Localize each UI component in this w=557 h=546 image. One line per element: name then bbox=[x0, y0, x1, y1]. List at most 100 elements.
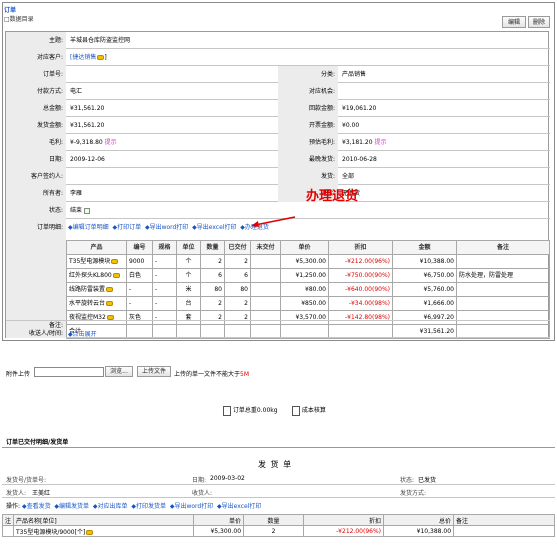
qty-cell: 6 bbox=[200, 268, 225, 283]
delivery-product-cell[interactable]: T35型电源模块/9000[个] bbox=[13, 525, 195, 537]
product-cell[interactable]: 红外探头KL800 bbox=[66, 268, 127, 283]
row-subject: 主题: 羊城县仓库防盗监控网 bbox=[6, 32, 550, 49]
upload-button[interactable]: 上传文件 bbox=[137, 366, 171, 377]
exp-profit-amount: ¥3,181.20 bbox=[342, 139, 373, 146]
profit-value: ¥-9,318.80 提示 bbox=[66, 134, 117, 151]
received-label: 回款金额: bbox=[278, 100, 338, 117]
col-spec: 规格 bbox=[152, 240, 177, 255]
product-cell[interactable]: T35型电源模块 bbox=[66, 254, 127, 269]
dcol-discount: 折扣 bbox=[303, 514, 385, 526]
delivered-cell: 6 bbox=[224, 268, 251, 283]
file-path-input[interactable] bbox=[34, 367, 104, 377]
undelivered-cell bbox=[250, 282, 281, 297]
date-value: 2009-12-06 bbox=[70, 156, 105, 163]
unit-cell: 台 bbox=[176, 296, 201, 311]
page-title: 订单 bbox=[4, 7, 17, 14]
discount-cell: -¥640.00(90%) bbox=[328, 282, 393, 297]
col-undelivered: 未交付 bbox=[250, 240, 281, 255]
product-icon[interactable] bbox=[106, 287, 114, 292]
qty-cell: 80 bbox=[200, 282, 225, 297]
print-order-link[interactable]: ◆打印订单 bbox=[112, 224, 141, 231]
dcol-total: 总价 bbox=[383, 514, 455, 526]
customer-value[interactable]: [捷达销售] bbox=[66, 49, 107, 66]
cost-link[interactable]: 成本核算 bbox=[292, 405, 326, 416]
outbound-link[interactable]: ◆对应出库单 bbox=[93, 503, 128, 510]
dcol-qty: 数量 bbox=[243, 514, 305, 526]
product-icon[interactable] bbox=[112, 273, 120, 278]
col-product: 产品 bbox=[66, 240, 127, 255]
delivery-method-label: 发货方式: bbox=[400, 490, 427, 497]
price-cell: ¥80.00 bbox=[280, 282, 329, 297]
product-cell[interactable]: 水平旋转云台 bbox=[66, 296, 127, 311]
receiver-expand-link[interactable]: ◆点击展开 bbox=[68, 329, 97, 338]
received-value: ¥19,061.20 bbox=[342, 105, 377, 112]
dcol-remark: 备注 bbox=[453, 514, 555, 526]
delivery-ops: 操作: ◆查看发货 ◆编辑发货单 ◆对应出库单 ◆打印发货单 ◆导出word打印… bbox=[6, 503, 262, 510]
product-cell[interactable]: 线路防雷装置 bbox=[66, 282, 127, 297]
status-label: 状态: bbox=[6, 202, 66, 219]
shipped-value: ¥31,561.20 bbox=[70, 122, 105, 129]
delivery-table-row: T35型电源模块/9000[个] ¥5,300.00 2 -¥212.00(96… bbox=[1, 525, 555, 537]
status-text: 结束 bbox=[70, 207, 83, 214]
table-header: 产品 编号 规格 单位 数量 已交付 未交付 单价 折扣 金额 备注 bbox=[66, 240, 550, 255]
dcol-note: 注 bbox=[1, 514, 15, 526]
product-icon[interactable] bbox=[86, 529, 94, 535]
status-value: 结束 bbox=[66, 202, 90, 219]
table-row: 红外探头KL800 白色 - 个 6 6 ¥1,250.00 -¥750.00(… bbox=[66, 268, 550, 283]
exp-profit-hint-link[interactable]: 提示 bbox=[374, 139, 386, 146]
remark-cell bbox=[456, 282, 550, 297]
profit-hint-link[interactable]: 提示 bbox=[105, 139, 117, 146]
pay-method-value: 电汇 bbox=[70, 88, 83, 95]
discount-cell: -¥212.00(96%) bbox=[328, 254, 393, 269]
sender-value: 王美红 bbox=[32, 490, 51, 497]
ship-value: 全部 bbox=[342, 173, 355, 180]
order-detail-panel: 主题: 羊城县仓库防盗监控网 对应客户: [捷达销售] 订单号: 分类: 产品销… bbox=[5, 31, 550, 339]
product-icon[interactable] bbox=[111, 259, 119, 264]
delivered-cell: 2 bbox=[224, 296, 251, 311]
subject-label: 主题: bbox=[6, 32, 66, 49]
owner-label: 所有者: bbox=[6, 185, 66, 202]
customer-link[interactable]: [捷达销售 bbox=[70, 54, 96, 61]
directory-link[interactable]: □数据目录 bbox=[4, 14, 34, 23]
print-delivery-link[interactable]: ◆打印发货单 bbox=[131, 503, 166, 510]
delivery-receiver-label: 收货人: bbox=[192, 490, 213, 497]
date-label: 日期: bbox=[6, 151, 66, 168]
category-label: 分类: bbox=[278, 66, 338, 83]
remark-cell bbox=[456, 254, 550, 269]
remark-cell bbox=[456, 296, 550, 311]
view-delivery-link[interactable]: ◆查看发货 bbox=[22, 503, 51, 510]
dcol-product: 产品名称[单位] bbox=[13, 514, 195, 526]
export-word-link[interactable]: ◆导出word打印 bbox=[145, 224, 188, 231]
delivery-date-label: 日期: bbox=[192, 477, 207, 484]
order-no-label: 订单号: bbox=[6, 66, 66, 83]
delivery-price-cell: ¥5,300.00 bbox=[193, 525, 245, 537]
doc-no-label: 发货号/货单号: bbox=[6, 477, 47, 484]
browse-button[interactable]: 浏览... bbox=[105, 366, 133, 377]
price-cell: ¥1,250.00 bbox=[280, 268, 329, 283]
last-ship-label: 最晚发货: bbox=[278, 151, 338, 168]
row-customer: 对应客户: [捷达销售] bbox=[6, 49, 550, 66]
edit-delivery-link[interactable]: ◆编辑发货单 bbox=[54, 503, 89, 510]
row-pay-method: 付款方式: 电汇 对应机会: bbox=[6, 83, 550, 100]
customer-label: 对应客户: bbox=[6, 49, 66, 66]
edit-button[interactable]: 编辑 bbox=[502, 16, 526, 28]
exp-profit-label: 预估毛利: bbox=[278, 134, 338, 151]
col-qty: 数量 bbox=[200, 240, 225, 255]
delivery-excel-link[interactable]: ◆导出excel打印 bbox=[217, 503, 261, 510]
code-cell: 白色 bbox=[126, 268, 153, 283]
edit-detail-link[interactable]: ◆编辑订单明细 bbox=[68, 224, 109, 231]
qty-cell: 2 bbox=[200, 254, 225, 269]
delivery-word-link[interactable]: ◆导出word打印 bbox=[170, 503, 213, 510]
receiver-label: 收送人/时间: bbox=[6, 329, 66, 338]
unit-cell: 米 bbox=[176, 282, 201, 297]
subject-value: 羊城县仓库防盗监控网 bbox=[70, 37, 131, 44]
delivery-doc-title: 发 货 单 bbox=[258, 460, 293, 469]
export-excel-link[interactable]: ◆导出excel打印 bbox=[192, 224, 236, 231]
product-icon[interactable] bbox=[106, 301, 114, 306]
delete-button[interactable]: 删除 bbox=[528, 16, 550, 28]
status-icon bbox=[83, 207, 90, 214]
profit-amount: ¥-9,318.80 bbox=[70, 139, 103, 146]
upload-label: 附件上传 bbox=[6, 371, 31, 378]
row-total: 总金额: ¥31,561.20 回款金额: ¥19,061.20 bbox=[6, 100, 550, 117]
col-code: 编号 bbox=[126, 240, 153, 255]
